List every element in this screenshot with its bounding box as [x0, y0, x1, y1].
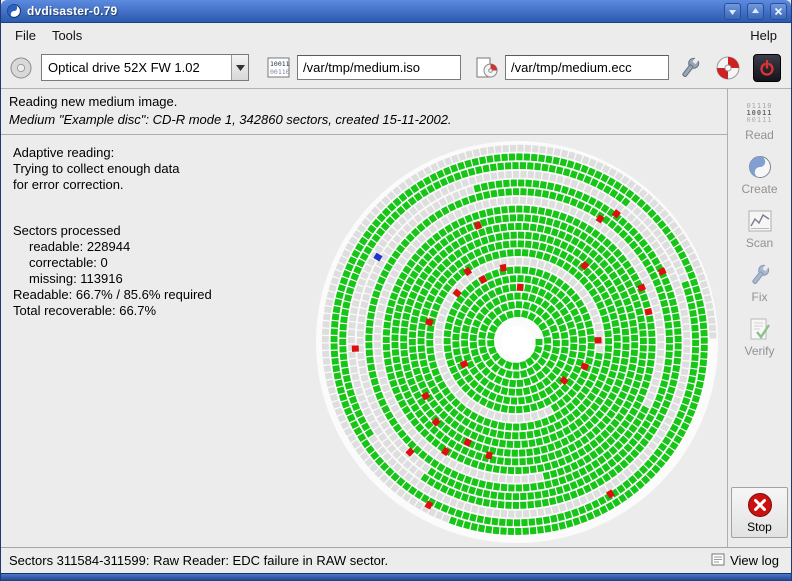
create-label: Create [741, 182, 777, 196]
work-column: Reading new medium image. Medium "Exampl… [1, 89, 727, 547]
sectors-processed-title: Sectors processed [13, 223, 212, 238]
app-window: dvdisaster-0.79 File Tools Help Optical … [0, 0, 792, 581]
view-log-label: View log [730, 553, 779, 568]
toolbar: Optical drive 52X FW 1.02 10011 00110 [1, 47, 791, 89]
ecc-file-icon [475, 57, 499, 79]
adaptive-reading-title: Adaptive reading: [13, 145, 212, 160]
drive-select-value: Optical drive 52X FW 1.02 [42, 55, 231, 80]
action-sidebar: 01110 10011 00111 Read Create [727, 89, 791, 547]
reading-canvas-area: Adaptive reading: Trying to collect enou… [1, 135, 727, 547]
dvdisaster-disc-icon[interactable] [715, 55, 741, 81]
scan-label: Scan [746, 236, 773, 250]
medium-info: Medium "Example disc": CD-R mode 1, 3428… [9, 112, 719, 127]
read-label: Read [745, 128, 774, 142]
operation-header: Reading new medium image. Medium "Exampl… [1, 89, 727, 135]
scan-icon [748, 208, 772, 234]
maximize-button[interactable] [747, 3, 764, 20]
menu-file[interactable]: File [7, 25, 44, 46]
read-icon: 01110 10011 00111 [746, 100, 772, 126]
main-row: Reading new medium image. Medium "Exampl… [1, 89, 791, 547]
view-log-button[interactable]: View log [707, 551, 783, 571]
adaptive-reading-desc-2: for error correction. [13, 177, 212, 192]
adaptive-reading-panel: Adaptive reading: Trying to collect enou… [13, 145, 212, 319]
minimize-button[interactable] [724, 3, 741, 20]
operation-title: Reading new medium image. [9, 94, 719, 109]
preferences-wrench-icon[interactable] [677, 55, 703, 81]
fix-label: Fix [752, 290, 768, 304]
fix-icon [747, 262, 773, 288]
chevron-down-icon[interactable] [231, 55, 248, 80]
close-button[interactable] [770, 3, 787, 20]
drive-select[interactable]: Optical drive 52X FW 1.02 [41, 54, 249, 81]
status-message: Sectors 311584-311599: Raw Reader: EDC f… [9, 553, 388, 568]
fix-button[interactable]: Fix [731, 257, 788, 308]
quit-power-button[interactable] [753, 54, 781, 82]
svg-text:10011: 10011 [270, 60, 290, 68]
scan-button[interactable]: Scan [731, 203, 788, 254]
stop-button[interactable]: Stop [731, 487, 788, 538]
window-title: dvdisaster-0.79 [27, 4, 718, 18]
iso-path-input[interactable] [297, 55, 461, 80]
sectors-missing: missing: 113916 [13, 271, 212, 286]
stop-label: Stop [747, 520, 772, 534]
create-button[interactable]: Create [731, 149, 788, 200]
stop-icon [747, 492, 773, 518]
iso-file-icon: 10011 00110 [267, 57, 291, 79]
drive-status-icon [9, 56, 33, 80]
read-button[interactable]: 01110 10011 00111 Read [731, 95, 788, 146]
ecc-path-input[interactable] [505, 55, 669, 80]
menu-help[interactable]: Help [742, 25, 785, 46]
statusbar: Sectors 311584-311599: Raw Reader: EDC f… [1, 547, 791, 573]
menubar: File Tools Help [1, 23, 791, 47]
readable-percentage: Readable: 66.7% / 85.6% required [13, 287, 212, 302]
window-bottom-border [1, 573, 791, 581]
adaptive-reading-desc-1: Trying to collect enough data [13, 161, 212, 176]
menu-tools[interactable]: Tools [44, 25, 90, 46]
log-icon [711, 553, 725, 569]
titlebar[interactable]: dvdisaster-0.79 [1, 0, 791, 23]
recoverable-percentage: Total recoverable: 66.7% [13, 303, 212, 318]
svg-text:00110: 00110 [270, 68, 290, 76]
sectors-readable: readable: 228944 [13, 239, 212, 254]
verify-button[interactable]: Verify [731, 311, 788, 362]
sectors-correctable: correctable: 0 [13, 255, 212, 270]
verify-icon [748, 316, 772, 342]
create-icon [748, 154, 772, 180]
app-icon [7, 4, 21, 18]
verify-label: Verify [744, 344, 774, 358]
